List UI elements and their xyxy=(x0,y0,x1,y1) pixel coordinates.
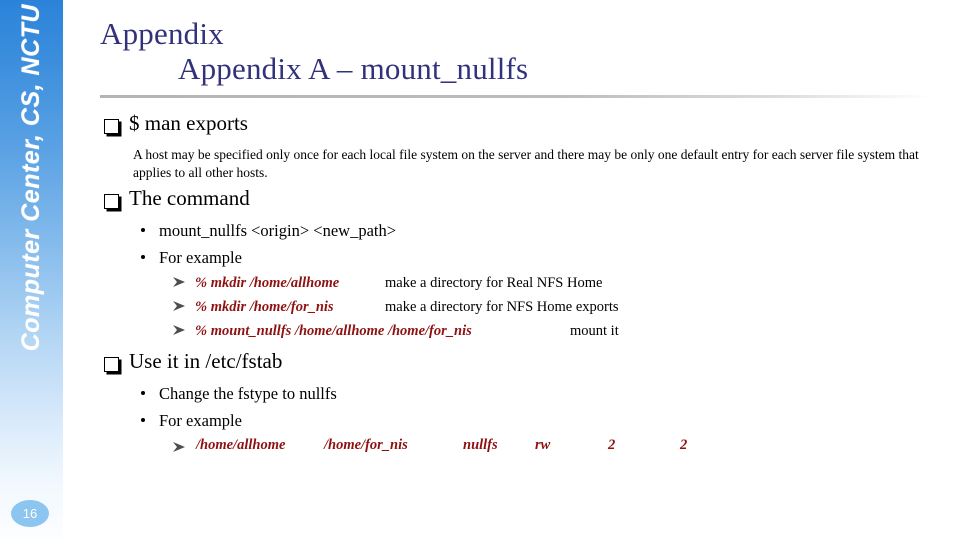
slide-canvas: Computer Center, CS, NCTU 16 Appendix Ap… xyxy=(0,0,960,540)
section-heading-label: $ man exports xyxy=(129,111,248,135)
section-heading-use-in-fstab: Use it in /etc/fstab xyxy=(104,349,283,373)
man-exports-paragraph: A host may be specified only once for ea… xyxy=(133,147,919,180)
fstab-options: rw xyxy=(535,437,551,453)
dot-bullet-icon xyxy=(141,228,145,232)
dot-bullet-icon xyxy=(141,391,145,395)
fstab-mountpoint: /home/for_nis xyxy=(324,437,408,453)
example-row: % mkdir /home/for_nis make a directory f… xyxy=(172,299,619,316)
example-command: % mount_nullfs /home/allhome /home/for_n… xyxy=(195,323,472,339)
example-description: mount it xyxy=(570,323,619,339)
arrow-bullet-icon xyxy=(173,442,185,452)
square-bullet-icon xyxy=(104,119,119,134)
slide-body: $ man exports A host may be specified on… xyxy=(0,0,960,540)
section-heading-label: The command xyxy=(129,186,250,210)
example-row: % mount_nullfs /home/allhome /home/for_n… xyxy=(172,323,619,340)
command-syntax-label: mount_nullfs <origin> <new_path> xyxy=(159,221,397,240)
arrow-bullet-icon xyxy=(173,301,185,311)
fstab-fstype: nullfs xyxy=(463,437,498,453)
command-for-example-item: For example xyxy=(141,248,242,268)
example-description: make a directory for NFS Home exports xyxy=(385,299,619,315)
fstab-device: /home/allhome xyxy=(196,437,286,453)
fstab-change-fstype-item: Change the fstype to nullfs xyxy=(141,384,337,404)
fstab-pass: 2 xyxy=(680,437,688,453)
fstab-for-example-item: For example xyxy=(141,411,242,431)
square-bullet-icon xyxy=(104,357,119,372)
example-description: make a directory for Real NFS Home xyxy=(385,275,603,291)
command-for-example-label: For example xyxy=(159,248,242,267)
example-row: % mkdir /home/allhome make a directory f… xyxy=(172,275,602,292)
section-heading-label: Use it in /etc/fstab xyxy=(129,349,283,373)
square-bullet-icon xyxy=(104,194,119,209)
arrow-bullet-icon xyxy=(173,277,185,287)
dot-bullet-icon xyxy=(141,418,145,422)
section-heading-man-exports: $ man exports xyxy=(104,111,248,135)
command-syntax-item: mount_nullfs <origin> <new_path> xyxy=(141,221,396,241)
fstab-change-fstype-label: Change the fstype to nullfs xyxy=(159,384,337,403)
fstab-dump: 2 xyxy=(608,437,616,453)
example-command: % mkdir /home/for_nis xyxy=(195,299,334,315)
fstab-for-example-label: For example xyxy=(159,411,242,430)
dot-bullet-icon xyxy=(141,255,145,259)
arrow-bullet-icon xyxy=(173,325,185,335)
section-heading-the-command: The command xyxy=(104,186,250,210)
example-command: % mkdir /home/allhome xyxy=(195,275,340,291)
